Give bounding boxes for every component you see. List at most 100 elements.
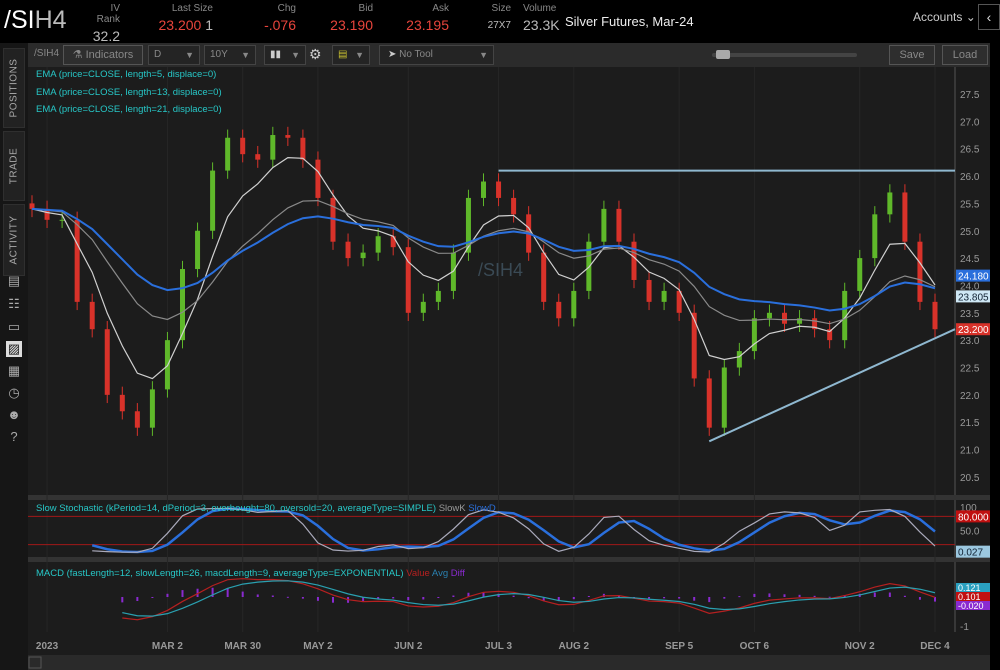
- list-icon[interactable]: ☷: [6, 296, 22, 312]
- aggregation-select[interactable]: D ▼: [148, 45, 200, 65]
- quote-size: Size 27X7: [485, 3, 511, 31]
- price-tick-label: 27.0: [960, 117, 980, 128]
- macd-diff-bar: [286, 596, 289, 598]
- chevron-left-icon: ‹: [986, 9, 992, 25]
- macd-diff-bar: [708, 597, 711, 603]
- instrument-description: Silver Futures, Mar-24: [565, 14, 694, 29]
- drawing-tool-select[interactable]: ➤ No Tool ▼: [379, 45, 494, 65]
- candle: [556, 301, 562, 319]
- x-tick-label: NOV 2: [845, 641, 875, 652]
- chevron-down-icon: ▼: [355, 50, 364, 60]
- tab-positions[interactable]: POSITIONS: [3, 48, 25, 128]
- price-chart[interactable]: 2023 MAR 2 MAR 30 MAY 2 JUN 2 JUL 3 AUG 2 SEP 5…: [28, 67, 990, 670]
- macd-diff-bar: [888, 592, 891, 597]
- tab-trade[interactable]: TRADE: [3, 131, 25, 201]
- macd-diff-bar: [121, 597, 124, 603]
- symbol-title[interactable]: /SIH4: [4, 6, 67, 35]
- clock-icon[interactable]: ◷: [6, 385, 22, 401]
- quote-value: 23.195: [406, 17, 449, 33]
- chart-type-select[interactable]: ▮▮ ▼: [264, 45, 306, 65]
- quote-value: 23.190: [330, 17, 373, 33]
- quote-size: 1: [205, 17, 213, 33]
- quote-iv-rank: IV Rank 32.2: [88, 3, 120, 44]
- x-tick-label: MAR 30: [224, 641, 261, 652]
- indicators-label: Indicators: [85, 49, 134, 61]
- macd-diff-bar: [903, 595, 906, 597]
- tab-label: POSITIONS: [8, 58, 20, 118]
- chart-icon[interactable]: ▨: [6, 341, 22, 357]
- quote-ask: Ask 23.195: [397, 3, 449, 33]
- macd-diff-bar: [663, 597, 666, 599]
- tab-activity[interactable]: ACTIVITY: [3, 204, 25, 276]
- candle: [240, 137, 246, 155]
- candle: [345, 241, 351, 259]
- help-icon[interactable]: ?: [6, 429, 22, 445]
- price-tick-label: 22.5: [960, 364, 980, 375]
- chevron-down-icon: ▼: [185, 50, 194, 60]
- period-select[interactable]: 10Y ▼: [204, 45, 256, 65]
- x-tick-label: JUN 2: [394, 641, 423, 652]
- horizontal-scrollbar: [28, 655, 990, 670]
- quote-volume: Volume 23.3K: [523, 3, 560, 33]
- candle: [496, 181, 502, 198]
- zoom-slider[interactable]: [712, 50, 857, 59]
- macd-avg-label: Avg: [431, 568, 449, 579]
- candle: [315, 159, 321, 198]
- candle: [225, 137, 231, 171]
- candle: [736, 351, 742, 368]
- candle: [631, 241, 637, 280]
- macd-value-label: Value: [406, 568, 430, 579]
- indicators-button[interactable]: ⚗ Indicators: [63, 45, 143, 65]
- legend-ema-13: EMA (price=CLOSE, length=13, displace=0): [36, 87, 222, 98]
- legend-ema-5: EMA (price=CLOSE, length=5, displace=0): [36, 69, 217, 80]
- style-select[interactable]: ▤ ▼: [332, 45, 370, 65]
- macd-diff-bar: [256, 594, 259, 597]
- candle: [255, 154, 261, 160]
- gear-icon[interactable]: ⚙: [309, 46, 322, 63]
- toolbar-symbol: /SIH4: [34, 48, 60, 59]
- candle: [300, 137, 306, 160]
- candle: [706, 378, 712, 428]
- tool-value: No Tool: [399, 49, 433, 60]
- news-icon[interactable]: ▤: [6, 273, 22, 289]
- chart-background: [28, 67, 990, 670]
- macd-diff-bar: [918, 597, 921, 600]
- zoom-slider-handle[interactable]: [716, 50, 730, 59]
- candles-icon: ▮▮: [270, 49, 282, 60]
- candle: [932, 301, 938, 330]
- tv-icon[interactable]: ▭: [6, 319, 22, 335]
- macd-diff-bar: [798, 594, 801, 597]
- quote-bid: Bid 23.190: [320, 3, 373, 33]
- stoch-d-label: SlowD: [468, 503, 496, 514]
- grid-icon[interactable]: ▦: [6, 363, 22, 379]
- candle: [902, 192, 908, 242]
- panel-divider: [28, 557, 990, 562]
- stoch-k-label: SlowK: [438, 503, 466, 514]
- accounts-menu[interactable]: Accounts ⌄: [913, 10, 976, 24]
- candle: [571, 290, 577, 319]
- people-icon[interactable]: ☻: [6, 407, 22, 423]
- candle: [149, 389, 155, 428]
- candle: [481, 181, 486, 198]
- x-tick-label: DEC 4: [920, 641, 950, 652]
- quote-value: 23.3K: [523, 17, 560, 33]
- macd-diff-bar: [437, 597, 440, 598]
- save-button[interactable]: Save: [889, 45, 935, 65]
- collapse-panel-button[interactable]: ‹: [978, 4, 1000, 30]
- quote-chg: Chg -.076: [250, 3, 296, 33]
- price-tick-label: 21.5: [960, 418, 980, 429]
- candle: [857, 258, 863, 291]
- candle: [917, 241, 923, 302]
- macd-diff-bar: [753, 593, 756, 597]
- tab-label: ACTIVITY: [8, 215, 20, 265]
- legend-macd: MACD (fastLength=12, slowLength=26, macd…: [36, 568, 465, 579]
- candle: [89, 301, 95, 330]
- quote-label: Last Size: [171, 3, 213, 14]
- load-button[interactable]: Load: [942, 45, 988, 65]
- price-tick-label: 20.5: [960, 473, 980, 484]
- panel-divider: [28, 495, 990, 500]
- chevron-down-icon: ▼: [291, 50, 300, 60]
- legend-ema-21: EMA (price=CLOSE, length=21, displace=0): [36, 104, 222, 115]
- candle: [285, 135, 291, 138]
- chevron-down-icon: ⌄: [965, 10, 976, 24]
